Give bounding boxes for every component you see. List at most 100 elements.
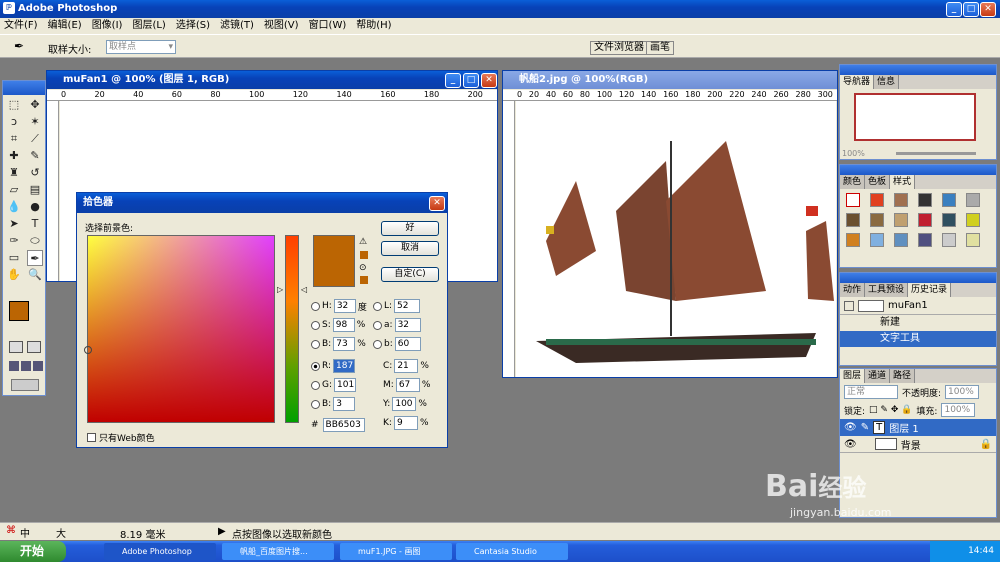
hue-slider-right-arrow[interactable]: ◁	[301, 285, 307, 294]
screen-mode-3-icon[interactable]	[33, 361, 43, 371]
c-field[interactable]: 21	[394, 359, 419, 373]
y-field[interactable]: 100	[392, 397, 417, 411]
style-swatch[interactable]	[918, 213, 932, 227]
layer-row-1[interactable]: 👁 ✎ T 图层 1	[840, 419, 996, 436]
zoom-tool-icon[interactable]: 🔍	[27, 267, 43, 283]
standard-mode-icon[interactable]	[9, 341, 23, 353]
color-field[interactable]	[84, 235, 275, 423]
tab-swatches[interactable]: 色板	[865, 175, 891, 189]
marquee-tool-icon[interactable]: ⬚	[6, 97, 22, 113]
taskbar-paint[interactable]: muF1.JPG - 画图	[340, 543, 452, 560]
tab-actions[interactable]: 动作	[840, 283, 866, 297]
notes-tool-icon[interactable]: ▭	[6, 250, 22, 266]
magic-wand-icon[interactable]: ✶	[27, 114, 43, 130]
history-item-type-tool[interactable]: 文字工具	[840, 331, 996, 347]
menu-filter[interactable]: 滤镜(T)	[220, 18, 254, 34]
h-field[interactable]: 32	[333, 299, 356, 313]
doc1-maximize-button[interactable]: □	[463, 73, 479, 88]
close-button[interactable]: ✕	[980, 2, 996, 17]
jump-to-imageready-icon[interactable]	[11, 379, 39, 391]
move-tool-icon[interactable]: ✥	[27, 97, 43, 113]
s-field[interactable]: 98	[332, 318, 355, 332]
screen-mode-1-icon[interactable]	[9, 361, 19, 371]
ime-label[interactable]: 中	[20, 525, 30, 540]
a-field[interactable]: 32	[394, 318, 421, 332]
doc2-canvas[interactable]	[516, 101, 836, 377]
menu-image[interactable]: 图像(I)	[92, 18, 123, 34]
style-swatch[interactable]	[894, 213, 908, 227]
history-brush-icon[interactable]: ↺	[27, 165, 43, 181]
gamut-swatch-1[interactable]	[360, 251, 368, 259]
hue-slider-left-arrow[interactable]: ▷	[277, 285, 283, 294]
eyedropper-icon[interactable]: ✒	[14, 39, 24, 53]
tab-tool-presets[interactable]: 工具预设	[865, 283, 909, 297]
hex-field[interactable]: BB6503	[322, 418, 365, 432]
menu-edit[interactable]: 编辑(E)	[48, 18, 82, 34]
style-swatch[interactable]	[918, 233, 932, 247]
tab-styles[interactable]: 样式	[890, 175, 916, 189]
style-swatch[interactable]	[942, 233, 956, 247]
h-radio[interactable]	[311, 301, 320, 311]
style-swatch[interactable]	[870, 213, 884, 227]
blur-tool-icon[interactable]: 💧	[6, 199, 22, 215]
b-radio[interactable]	[311, 339, 320, 349]
clone-stamp-icon[interactable]: ♜	[6, 165, 22, 181]
r-field[interactable]: 187	[333, 359, 356, 373]
taskbar-camtasia[interactable]: Cantasia Studio	[456, 543, 568, 560]
s-radio[interactable]	[311, 320, 320, 330]
ok-button[interactable]: 好	[381, 221, 439, 236]
file-browser-tab[interactable]: 文件浏览器	[590, 41, 648, 55]
type-tool-icon[interactable]: T	[27, 216, 43, 232]
style-swatch[interactable]	[966, 213, 980, 227]
style-none[interactable]	[846, 193, 860, 207]
menu-view[interactable]: 视图(V)	[264, 18, 299, 34]
minimize-button[interactable]: _	[946, 2, 962, 17]
history-item-new[interactable]: 新建	[840, 315, 996, 331]
fill-field[interactable]: 100%	[941, 403, 976, 417]
navigator-preview[interactable]	[854, 93, 976, 141]
lab-b-radio[interactable]	[373, 339, 382, 349]
tab-history[interactable]: 历史记录	[908, 283, 952, 297]
doc1-close-button[interactable]: ✕	[481, 73, 497, 88]
menu-select[interactable]: 选择(S)	[176, 18, 210, 34]
menu-layer[interactable]: 图层(L)	[132, 18, 165, 34]
navigator-zoom-slider[interactable]	[896, 152, 976, 155]
eraser-tool-icon[interactable]: ▱	[6, 182, 22, 198]
tab-paths[interactable]: 路径	[890, 369, 916, 383]
foreground-color-swatch[interactable]	[9, 301, 29, 321]
k-field[interactable]: 9	[393, 416, 418, 430]
style-swatch[interactable]	[870, 193, 884, 207]
gradient-tool-icon[interactable]: ▤	[27, 182, 43, 198]
sample-size-select[interactable]: 取样点 ▾	[106, 40, 176, 54]
navigator-zoom[interactable]: 100%	[842, 149, 865, 158]
cancel-button[interactable]: 取消	[381, 241, 439, 256]
style-swatch[interactable]	[966, 233, 980, 247]
style-swatch[interactable]	[942, 213, 956, 227]
tab-color[interactable]: 颜色	[840, 175, 866, 189]
pen-tool-icon[interactable]: ✑	[6, 233, 22, 249]
brushes-tab[interactable]: 画笔	[646, 41, 674, 55]
lock-icons[interactable]: □ ✎ ✥ 🔒	[869, 405, 912, 415]
style-swatch[interactable]	[846, 233, 860, 247]
layer-row-background[interactable]: 👁 背景 🔒	[840, 436, 996, 453]
menu-window[interactable]: 窗口(W)	[309, 18, 347, 34]
color-picker-close-button[interactable]: ✕	[429, 196, 445, 211]
tab-navigator[interactable]: 导航器	[840, 75, 875, 89]
r-radio[interactable]	[311, 361, 320, 371]
quick-mask-icon[interactable]	[27, 341, 41, 353]
brush-tool-icon[interactable]: ✎	[27, 148, 43, 164]
lab-b-field[interactable]: 60	[394, 337, 421, 351]
eye-icon[interactable]: 👁	[844, 422, 857, 433]
healing-brush-icon[interactable]: ✚	[6, 148, 22, 164]
blue-radio[interactable]	[311, 399, 320, 409]
style-swatch[interactable]	[870, 233, 884, 247]
hand-tool-icon[interactable]: ✋	[6, 267, 22, 283]
status-arrow-icon[interactable]: ▶	[218, 526, 226, 537]
slice-tool-icon[interactable]: ⟋	[27, 131, 43, 147]
gamut-swatch-2[interactable]	[360, 276, 368, 284]
screen-mode-2-icon[interactable]	[21, 361, 31, 371]
b-field[interactable]: 73	[333, 337, 356, 351]
g-field[interactable]: 101	[334, 378, 357, 392]
path-select-icon[interactable]: ➤	[6, 216, 22, 232]
hue-slider[interactable]	[285, 235, 299, 423]
